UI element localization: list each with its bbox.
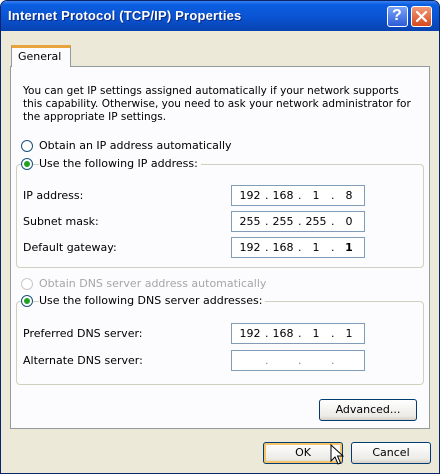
use-ip-manual-label[interactable]: Use the following IP address: [39,157,201,170]
description-text: You can get IP settings assigned automat… [23,85,411,123]
tab-general[interactable]: General [11,45,71,67]
cancel-button[interactable]: Cancel [351,442,431,464]
window-title: Internet Protocol (TCP/IP) Properties [8,8,242,23]
pref-dns-octet-4: 1 [345,327,353,340]
alternate-dns-input[interactable]: . . . [231,350,365,371]
ip-address-input[interactable]: 192 . 168 . 1 . 8 [231,185,365,206]
ip-octet-4: 8 [345,189,353,202]
pref-dns-octet-3: 1 [312,327,320,340]
help-icon: ? [392,7,402,24]
subnet-mask-input[interactable]: 255 . 255 . 255 . 0 [231,211,365,232]
use-ip-manual-radio[interactable] [21,158,33,170]
subnet-octet-1: 255 [239,215,261,228]
mouse-pointer-icon [330,444,344,465]
tab-general-label: General [18,50,62,63]
obtain-ip-auto-radio[interactable] [21,140,33,152]
tcpip-properties-dialog: Internet Protocol (TCP/IP) Properties ? … [0,0,440,474]
subnet-octet-2: 255 [272,215,294,228]
title-bar[interactable]: Internet Protocol (TCP/IP) Properties ? [1,1,439,31]
default-gateway-input[interactable]: 192 . 168 . 1 . 1 [231,237,365,258]
preferred-dns-input[interactable]: 192 . 168 . 1 . 1 [231,323,365,344]
obtain-dns-auto-radio[interactable] [21,278,33,290]
gateway-octet-1: 192 [239,241,261,254]
pref-dns-octet-2: 168 [272,327,294,340]
obtain-dns-auto-label[interactable]: Obtain DNS server address automatically [39,277,266,290]
close-button[interactable] [411,6,432,27]
obtain-ip-auto-label[interactable]: Obtain an IP address automatically [39,139,232,152]
ip-octet-3: 1 [312,189,320,202]
help-button[interactable]: ? [387,6,408,27]
ip-address-label: IP address: [23,189,84,202]
gateway-octet-2: 168 [272,241,294,254]
ip-octet-1: 192 [239,189,261,202]
advanced-button[interactable]: Advanced... [319,399,417,421]
close-icon [416,11,427,22]
default-gateway-label: Default gateway: [23,241,117,254]
alternate-dns-label: Alternate DNS server: [23,354,143,367]
use-dns-manual-label[interactable]: Use the following DNS server addresses: [39,294,266,307]
subnet-mask-label: Subnet mask: [23,215,99,228]
preferred-dns-label: Preferred DNS server: [23,327,143,340]
subnet-octet-4: 0 [345,215,353,228]
pref-dns-octet-1: 192 [239,327,261,340]
gateway-octet-4: 1 [345,241,353,254]
use-dns-manual-radio[interactable] [21,295,33,307]
subnet-octet-3: 255 [305,215,327,228]
gateway-octet-3: 1 [312,241,320,254]
ip-octet-2: 168 [272,189,294,202]
